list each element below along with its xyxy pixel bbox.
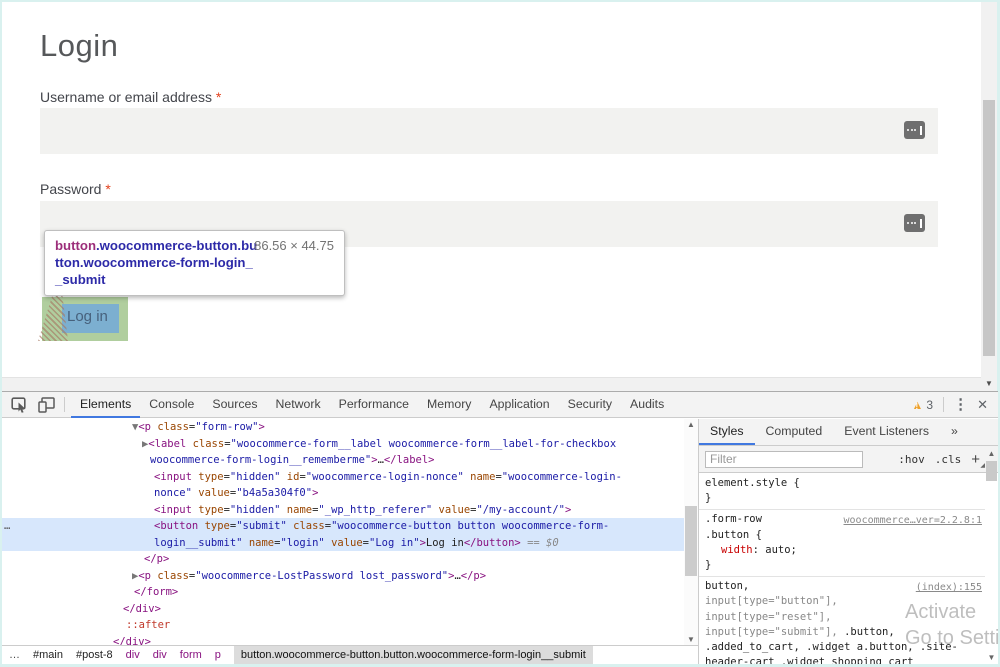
breadcrumb-item[interactable]: #main <box>33 649 63 661</box>
stylesheet-link[interactable]: woocommerce…ver=2.2.8:1 <box>844 513 982 528</box>
breadcrumb-item[interactable]: button.woocommerce-button.button.woocomm… <box>234 646 593 665</box>
dom-tree-node[interactable]: <input type="hidden" name="_wp_http_refe… <box>2 502 684 519</box>
breadcrumb-item[interactable]: div <box>126 649 140 661</box>
dom-tree-node[interactable]: </div> <box>2 601 684 618</box>
devtools-menu-icon[interactable]: ⋮ <box>953 398 968 412</box>
rule-close-brace: } <box>705 558 985 573</box>
devtools-panels: ▼<p class="form-row">▶<label class="wooc… <box>2 419 998 664</box>
dom-tree-node[interactable]: </p> <box>2 551 684 568</box>
scroll-down-arrow-icon[interactable]: ▼ <box>981 377 997 391</box>
devtools-tab-security[interactable]: Security <box>559 392 621 418</box>
css-property[interactable]: width: auto; <box>705 543 985 558</box>
style-rule: element.style {} <box>699 474 985 510</box>
devtools-tab-elements[interactable]: Elements <box>71 392 140 418</box>
rule-selector-line[interactable]: element.style { <box>705 476 985 491</box>
required-marker: * <box>216 89 221 105</box>
warning-count: 3 <box>926 398 933 412</box>
page-title: Login <box>40 28 118 64</box>
login-page: Login Username or email address * Passwo… <box>2 2 981 377</box>
toolbar-separator <box>64 397 65 412</box>
scroll-up-arrow-icon[interactable]: ▲ <box>985 449 998 458</box>
devtools-tab-sources[interactable]: Sources <box>203 392 266 418</box>
styles-toolbar-buttons: :hov .cls +◢ <box>898 451 998 468</box>
toolbar-separator <box>943 397 944 412</box>
inspect-element-icon[interactable] <box>11 397 29 413</box>
styles-tab-event-listeners[interactable]: Event Listeners <box>833 419 940 445</box>
elements-panel: ▼<p class="form-row">▶<label class="wooc… <box>2 419 698 664</box>
console-warnings-badge[interactable]: ▲! 3 <box>912 398 934 412</box>
dom-tree-node[interactable]: <input type="hidden" id="woocommerce-log… <box>2 469 684 486</box>
devtools-tab-bar: ElementsConsoleSourcesNetworkPerformance… <box>71 392 673 418</box>
page-scrollbar-thumb[interactable] <box>983 100 995 356</box>
devtools-tab-application[interactable]: Application <box>480 392 558 418</box>
login-button-label: Log in <box>67 308 108 325</box>
new-style-rule-button[interactable]: +◢ <box>971 451 980 468</box>
devtools-tab-audits[interactable]: Audits <box>621 392 673 418</box>
devtools-tab-network[interactable]: Network <box>267 392 330 418</box>
styles-tab--[interactable]: » <box>940 419 969 445</box>
device-toolbar-icon[interactable] <box>38 397 55 413</box>
dom-tree-node[interactable]: </form> <box>2 584 684 601</box>
inspect-tooltip: button.woocommerce-button.button.woocomm… <box>44 230 345 296</box>
elements-scrollbar[interactable]: ▲ ▼ <box>684 419 698 645</box>
styles-tab-styles[interactable]: Styles <box>699 419 755 445</box>
dom-tree-node-selected[interactable]: …<button type="submit" class="woocommerc… <box>2 518 698 535</box>
styles-filter-input[interactable] <box>705 451 863 468</box>
stylesheet-link[interactable]: (index):155 <box>916 580 982 595</box>
breadcrumb: … #main #post-8 div div form p button.woocommer… <box>2 645 698 664</box>
styles-filter-bar: :hov .cls +◢ <box>699 446 998 473</box>
devtools-tab-memory[interactable]: Memory <box>418 392 480 418</box>
warning-icon: ▲! <box>912 399 924 411</box>
scroll-down-arrow-icon[interactable]: ▼ <box>985 653 998 662</box>
devtools-close-icon[interactable]: ✕ <box>977 397 988 413</box>
dom-tree-node[interactable]: ▶<label class="woocommerce-form__label w… <box>2 436 684 453</box>
devtools-tab-console[interactable]: Console <box>140 392 203 418</box>
password-label: Password * <box>40 181 111 197</box>
tooltip-selector: button.woocommerce-button.button.woocomm… <box>55 237 259 288</box>
input-options-icon[interactable] <box>904 214 925 232</box>
style-rule: woocommerce…ver=2.2.8:1.form-row.button … <box>699 510 985 577</box>
windows-activation-watermark: Activate Go to Setti <box>905 599 998 651</box>
devtools: ElementsConsoleSourcesNetworkPerformance… <box>2 391 998 664</box>
dom-tree-node[interactable]: woocommerce-form-login__rememberme">…</l… <box>2 452 684 469</box>
dom-tree-node[interactable]: ::after <box>2 617 684 634</box>
tooltip-dimensions: 86.56 × 44.75 <box>254 238 334 253</box>
breadcrumb-item[interactable]: … <box>9 649 20 661</box>
breadcrumb-item[interactable]: #post-8 <box>76 649 113 661</box>
rule-selector-line[interactable]: header-cart .widget_shopping_cart <box>705 655 985 664</box>
rule-close-brace: } <box>705 491 985 506</box>
required-marker: * <box>105 181 110 197</box>
styles-tab-computed[interactable]: Computed <box>755 419 834 445</box>
dom-tree-node[interactable]: ▼<p class="form-row"> <box>2 419 684 436</box>
rule-selector-line[interactable]: .button { <box>705 528 985 543</box>
username-input[interactable] <box>40 108 938 154</box>
overflow-dots: … <box>4 518 9 535</box>
input-options-icon[interactable] <box>904 121 925 139</box>
dom-tree: ▼<p class="form-row">▶<label class="wooc… <box>2 419 684 650</box>
toolbar-right-controls: ▲! 3 ⋮ ✕ <box>912 397 998 413</box>
devtools-toolbar: ElementsConsoleSourcesNetworkPerformance… <box>2 392 998 418</box>
dom-tree-node[interactable]: nonce" value="b4a5a304f0"> <box>2 485 684 502</box>
breadcrumb-item[interactable]: p <box>215 649 221 661</box>
elements-scrollbar-thumb[interactable] <box>685 506 697 576</box>
username-label: Username or email address * <box>40 89 221 105</box>
element-class-button[interactable]: .cls <box>935 453 962 466</box>
styles-panel: StylesComputedEvent Listeners» :hov .cls… <box>698 419 998 664</box>
breadcrumb-item[interactable]: div <box>153 649 167 661</box>
dom-tree-node-selected[interactable]: login__submit" name="login" value="Log i… <box>2 535 698 552</box>
styles-scrollbar-thumb[interactable] <box>986 461 997 481</box>
dom-tree-node[interactable]: ▶<p class="woocommerce-LostPassword lost… <box>2 568 684 585</box>
scroll-down-arrow-icon[interactable]: ▼ <box>684 635 698 644</box>
page-horizontal-scrollbar[interactable] <box>2 377 981 391</box>
pseudo-state-button[interactable]: :hov <box>898 453 925 466</box>
breadcrumb-item[interactable]: form <box>180 649 202 661</box>
scroll-up-arrow-icon[interactable]: ▲ <box>684 420 698 429</box>
styles-tab-bar: StylesComputedEvent Listeners» <box>699 419 998 446</box>
devtools-tab-performance[interactable]: Performance <box>330 392 418 418</box>
